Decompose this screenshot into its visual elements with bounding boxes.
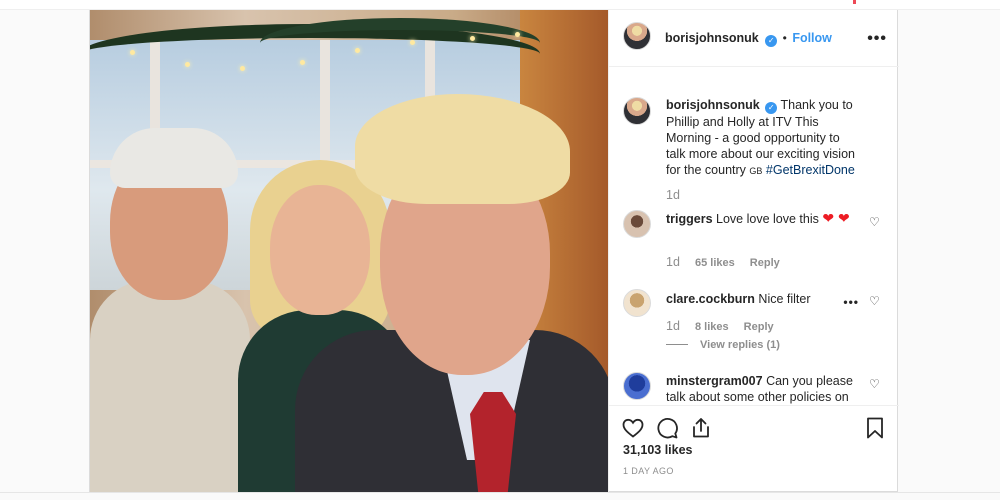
reply-button[interactable]: Reply [750,257,780,269]
heart-icon[interactable] [621,416,645,440]
comments-section: borisjohnsonuk ✓ Thank you to Phillip an… [609,67,899,405]
comment-bar-edge [0,492,1000,500]
verified-badge-icon: ✓ [765,35,778,47]
post-timestamp[interactable]: 1 DAY AGO [623,466,674,476]
verified-badge-icon: ✓ [765,102,778,114]
person-right-tie [470,392,516,492]
commenter-avatar[interactable] [623,210,651,238]
photo-light [300,60,305,65]
caption-age[interactable]: 1d [666,188,680,202]
person-middle-face [270,185,370,315]
comment-item: clare.cockburn Nice filter ••• ♡ 1d 8 li… [623,289,885,359]
comment-meta: 1d 8 likes Reply [666,319,786,333]
photo-light [410,40,415,45]
author-line: borisjohnsonuk ✓ • Follow [665,29,832,47]
comment-username[interactable]: triggers [666,212,713,226]
replies-line [666,344,688,345]
like-count[interactable]: 31,103 likes [623,443,693,457]
heart-outline-icon[interactable]: ♡ [869,378,881,390]
author-username[interactable]: borisjohnsonuk [665,31,759,45]
person-right-hair [355,94,570,204]
comment-username[interactable]: minstergram007 [666,374,763,388]
comment-likes[interactable]: 8 likes [695,321,729,333]
follow-button[interactable]: Follow [792,31,832,45]
heart-outline-icon[interactable]: ♡ [869,216,881,228]
person-left-body [90,280,250,492]
caption-username[interactable]: borisjohnsonuk [666,98,760,112]
share-icon[interactable] [689,416,713,440]
person-left-hair [110,128,238,188]
view-replies-label[interactable]: View replies (1) [700,339,780,351]
comment-age[interactable]: 1d [666,319,680,333]
comment-options-icon[interactable]: ••• [843,295,859,309]
comment-likes[interactable]: 65 likes [695,257,735,269]
comment-text: Nice filter [758,292,811,306]
caption: borisjohnsonuk ✓ Thank you to Phillip an… [623,88,885,208]
photo-light [470,36,475,41]
comment-icon[interactable] [655,416,679,440]
comment-meta: 1d 65 likes Reply [666,255,792,269]
photo-light [130,50,135,55]
heart-outline-icon[interactable]: ♡ [869,295,881,307]
caption-avatar[interactable] [623,97,651,125]
bookmark-icon[interactable] [863,416,887,440]
comment-text-block: minstergram007 Can you please talk about… [666,373,861,405]
comment-age[interactable]: 1d [666,255,680,269]
comment-item: triggers Love love love this ❤ ❤ ♡ 1d 65… [623,210,885,270]
commenter-avatar[interactable] [623,372,651,400]
photo-light [185,62,190,67]
commenter-avatar[interactable] [623,289,651,317]
comment-text-block: clare.cockburn Nice filter [666,291,861,307]
comment-text: Love love love this [716,212,819,226]
instagram-post: borisjohnsonuk ✓ • Follow ••• borisjohns… [89,10,899,492]
caption-hashtag[interactable]: #GetBrexitDone [766,163,855,177]
comment-username[interactable]: clare.cockburn [666,292,755,306]
post-sidebar: borisjohnsonuk ✓ • Follow ••• borisjohns… [608,10,899,492]
heart-emoji-icon: ❤ ❤ [822,210,850,226]
reply-button[interactable]: Reply [744,321,774,333]
flag-gb-icon: GB [749,166,763,176]
photo-light [240,66,245,71]
photo-light [355,48,360,53]
view-replies-button[interactable]: View replies (1) [666,339,792,351]
notification-dot [853,0,856,4]
more-options-icon[interactable]: ••• [867,30,887,48]
post-header: borisjohnsonuk ✓ • Follow ••• [609,10,899,67]
photo-light [515,32,520,37]
post-actions: 31,103 likes 1 DAY AGO [609,405,899,492]
comment-text-block: triggers Love love love this ❤ ❤ [666,210,861,227]
post-photo[interactable] [90,10,608,492]
author-avatar[interactable] [623,22,651,50]
comment-item: minstergram007 Can you please talk about… [623,372,885,405]
separator-dot: • [782,31,787,45]
caption-text-block: borisjohnsonuk ✓ Thank you to Phillip an… [666,97,861,179]
top-bar [0,0,1000,10]
